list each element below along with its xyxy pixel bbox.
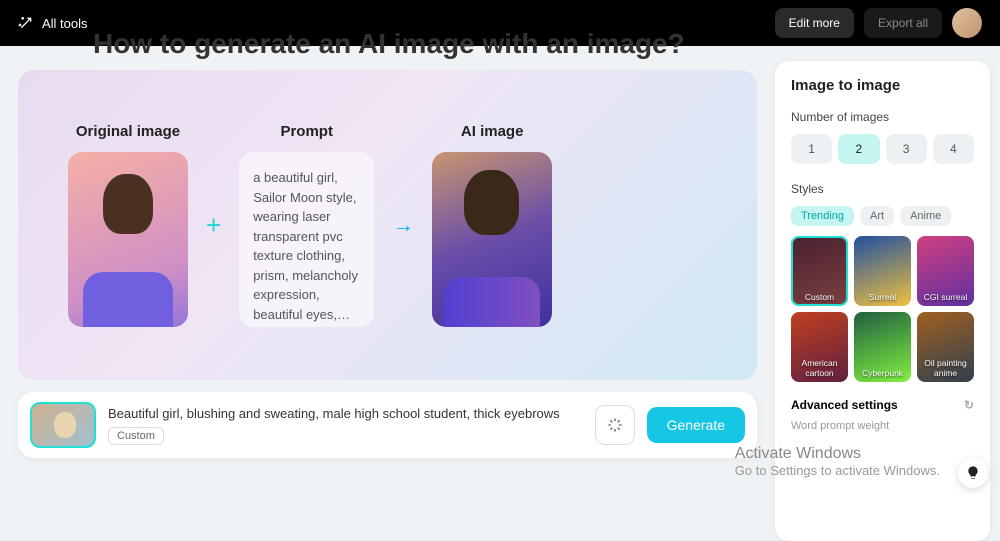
lightbulb-icon: [965, 465, 981, 481]
export-all-button[interactable]: Export all: [864, 8, 942, 38]
tab-trending[interactable]: Trending: [791, 206, 854, 226]
page-title: How to generate an AI image with an imag…: [93, 28, 757, 60]
prompt-input[interactable]: Beautiful girl, blushing and sweating, m…: [108, 405, 583, 423]
number-option-1[interactable]: 1: [791, 134, 832, 164]
all-tools-label: All tools: [42, 16, 88, 31]
style-cyberpunk[interactable]: Cyberpunk: [854, 312, 911, 382]
number-option-4[interactable]: 4: [933, 134, 974, 164]
sparkle-icon: [607, 417, 623, 433]
tab-anime[interactable]: Anime: [900, 206, 951, 226]
input-thumbnail[interactable]: [30, 402, 96, 448]
advanced-settings-toggle[interactable]: Advanced settings: [791, 398, 898, 412]
style-tabs: Trending Art Anime: [791, 206, 974, 226]
ai-image: [432, 152, 552, 327]
sidebar-title: Image to image: [791, 77, 974, 94]
all-tools-button[interactable]: All tools: [18, 15, 88, 31]
ai-label: AI image: [461, 123, 524, 140]
avatar[interactable]: [952, 8, 982, 38]
top-right-group: Edit more Export all: [775, 8, 982, 38]
prompt-label: Prompt: [280, 123, 333, 140]
help-button[interactable]: [958, 458, 988, 488]
windows-watermark: Activate Windows Go to Settings to activ…: [735, 445, 940, 478]
style-chip[interactable]: Custom: [108, 427, 164, 445]
style-grid: Custom Surreal CGI surreal American cart…: [791, 236, 974, 382]
number-option-2[interactable]: 2: [838, 134, 879, 164]
arrow-right-icon: →: [392, 212, 414, 238]
style-american-cartoon[interactable]: American cartoon: [791, 312, 848, 382]
tab-art[interactable]: Art: [860, 206, 894, 226]
plus-icon: +: [206, 210, 221, 241]
edit-more-button[interactable]: Edit more: [775, 8, 854, 38]
original-image: [68, 152, 188, 327]
input-row: Beautiful girl, blushing and sweating, m…: [18, 392, 757, 458]
generate-button[interactable]: Generate: [647, 407, 745, 443]
reset-icon[interactable]: ↻: [964, 398, 974, 412]
prompt-text: a beautiful girl, Sailor Moon style, wea…: [239, 152, 374, 327]
number-option-3[interactable]: 3: [886, 134, 927, 164]
demo-card: Original image + Prompt a beautiful girl…: [18, 70, 757, 380]
style-surreal[interactable]: Surreal: [854, 236, 911, 306]
style-oil-painting-anime[interactable]: Oil painting anime: [917, 312, 974, 382]
number-row: 1 2 3 4: [791, 134, 974, 164]
magic-wand-icon: [18, 15, 34, 31]
enhance-button[interactable]: [595, 405, 635, 445]
styles-label: Styles: [791, 182, 974, 196]
style-custom[interactable]: Custom: [791, 236, 848, 306]
original-label: Original image: [76, 123, 180, 140]
number-label: Number of images: [791, 110, 974, 124]
style-cgi-surreal[interactable]: CGI surreal: [917, 236, 974, 306]
weight-label: Word prompt weight: [791, 420, 974, 432]
